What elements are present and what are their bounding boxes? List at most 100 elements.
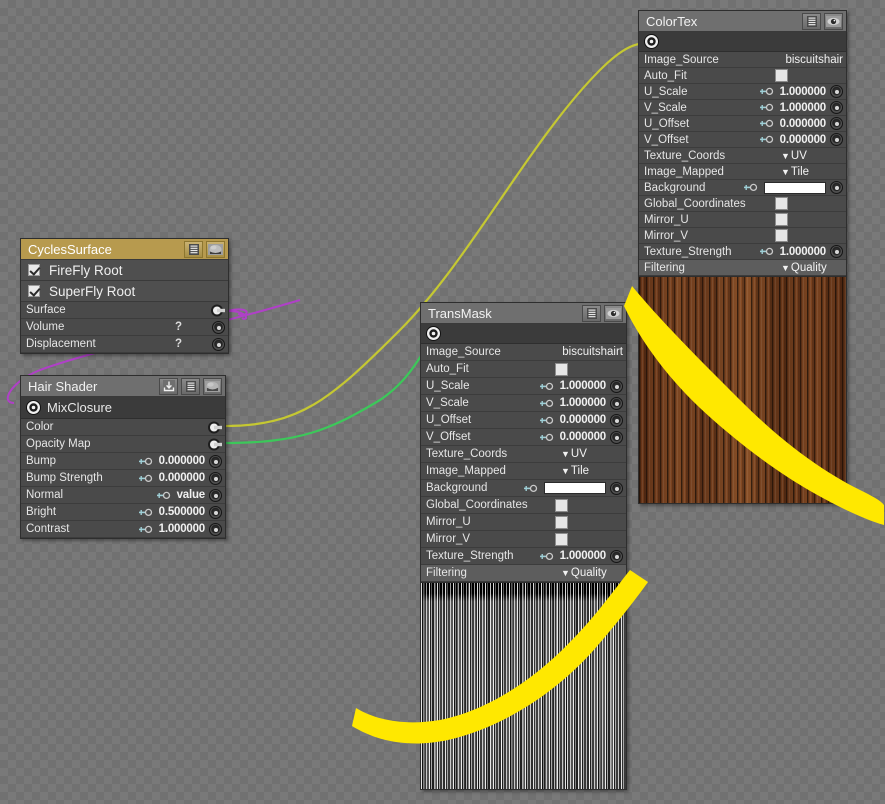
table-row[interactable]: V_Scale 1.000000 bbox=[639, 100, 846, 116]
keyframe-icon[interactable] bbox=[138, 474, 154, 483]
list-icon[interactable] bbox=[184, 240, 203, 258]
table-row[interactable]: V_Offset 0.000000 bbox=[639, 132, 846, 148]
keyframe-icon[interactable] bbox=[524, 484, 539, 493]
table-row[interactable]: V_Offset 0.000000 bbox=[421, 429, 626, 446]
node-output-band[interactable]: MixClosure bbox=[21, 397, 225, 419]
keyframe-icon[interactable] bbox=[744, 183, 759, 192]
value-knob[interactable] bbox=[610, 549, 623, 563]
value-knob[interactable] bbox=[212, 337, 225, 351]
value-knob[interactable] bbox=[209, 471, 222, 485]
table-row[interactable]: Image_Source biscuitshair bbox=[639, 52, 846, 68]
keyframe-icon[interactable] bbox=[156, 491, 172, 500]
checkbox-row-superfly-root[interactable]: SuperFly Root bbox=[21, 281, 228, 302]
row-value[interactable]: 1.000000 bbox=[560, 397, 607, 409]
table-row[interactable]: Bump 0.000000 bbox=[21, 453, 225, 470]
value-knob[interactable] bbox=[830, 117, 843, 130]
global-coordinates-checkbox[interactable] bbox=[555, 498, 568, 512]
texture-coords-dropdown[interactable]: ▼ UV bbox=[781, 150, 843, 162]
row-value[interactable]: 1.000000 bbox=[560, 380, 607, 392]
image-mapped-dropdown[interactable]: ▼ Tile bbox=[561, 465, 623, 477]
row-value[interactable]: 1.000000 bbox=[560, 550, 607, 562]
background-color-swatch[interactable] bbox=[764, 181, 826, 194]
eye-icon[interactable] bbox=[824, 12, 843, 30]
eye-icon[interactable] bbox=[604, 304, 623, 322]
output-socket-icon[interactable] bbox=[426, 326, 441, 341]
keyframe-icon[interactable] bbox=[759, 247, 775, 256]
keyframe-icon[interactable] bbox=[539, 382, 555, 391]
table-row[interactable]: Normal value bbox=[21, 487, 225, 504]
keyframe-icon[interactable] bbox=[759, 119, 775, 128]
row-value[interactable]: 0.000000 bbox=[159, 472, 206, 484]
firefly-root-checkbox[interactable] bbox=[28, 264, 40, 276]
output-socket-icon[interactable] bbox=[644, 34, 659, 49]
keyframe-icon[interactable] bbox=[138, 457, 154, 466]
node-output-band[interactable] bbox=[421, 324, 626, 344]
node-title-bar[interactable]: ColorTex bbox=[639, 11, 846, 32]
table-row[interactable]: Background bbox=[639, 180, 846, 196]
row-value[interactable]: 0.000000 bbox=[780, 118, 827, 130]
row-value[interactable]: 1.000000 bbox=[780, 246, 827, 258]
table-row[interactable]: Texture_Strength 1.000000 bbox=[421, 548, 626, 565]
table-row[interactable]: Image_Source biscuitshairt bbox=[421, 344, 626, 361]
value-knob[interactable] bbox=[610, 379, 623, 393]
keyframe-icon[interactable] bbox=[138, 525, 154, 534]
node-output-band[interactable] bbox=[639, 32, 846, 52]
table-row[interactable]: Texture_Coords ▼ UV bbox=[639, 148, 846, 164]
sphere-preview-icon[interactable] bbox=[203, 377, 222, 395]
keyframe-icon[interactable] bbox=[539, 399, 555, 408]
table-row[interactable]: Image_Mapped ▼ Tile bbox=[421, 463, 626, 480]
table-row[interactable]: Background bbox=[421, 480, 626, 497]
table-row[interactable]: U_Scale 1.000000 bbox=[639, 84, 846, 100]
table-row[interactable]: Displacement ? bbox=[21, 336, 228, 353]
value-knob[interactable] bbox=[830, 85, 843, 98]
table-row[interactable]: Contrast 1.000000 bbox=[21, 521, 225, 538]
table-row[interactable]: Volume ? bbox=[21, 319, 228, 336]
value-knob[interactable] bbox=[610, 413, 623, 427]
node-cycles-surface[interactable]: CyclesSurface FireFly Root SuperFly Root… bbox=[20, 238, 229, 354]
color-input-socket[interactable] bbox=[208, 421, 222, 434]
keyframe-icon[interactable] bbox=[759, 87, 775, 96]
list-icon[interactable] bbox=[802, 12, 821, 30]
output-socket-icon[interactable] bbox=[26, 400, 41, 415]
value-knob[interactable] bbox=[830, 101, 843, 114]
value-knob[interactable] bbox=[212, 320, 225, 334]
value-knob[interactable] bbox=[830, 181, 843, 194]
value-knob[interactable] bbox=[610, 481, 623, 495]
mirror-u-checkbox[interactable] bbox=[775, 213, 788, 226]
save-icon[interactable] bbox=[159, 377, 178, 395]
table-row[interactable]: Mirror_U bbox=[639, 212, 846, 228]
sphere-preview-icon[interactable] bbox=[206, 240, 225, 258]
node-title-bar[interactable]: Hair Shader bbox=[21, 376, 225, 397]
keyframe-icon[interactable] bbox=[539, 552, 555, 561]
node-title-bar[interactable]: CyclesSurface bbox=[21, 239, 228, 260]
checkbox-row-firefly-root[interactable]: FireFly Root bbox=[21, 260, 228, 281]
table-row[interactable]: Mirror_V bbox=[421, 531, 626, 548]
node-color-tex[interactable]: ColorTex Image_Source biscuitshair Auto_… bbox=[638, 10, 847, 504]
mirror-v-checkbox[interactable] bbox=[555, 532, 568, 546]
table-row[interactable]: Mirror_V bbox=[639, 228, 846, 244]
table-row[interactable]: U_Offset 0.000000 bbox=[639, 116, 846, 132]
value-knob[interactable] bbox=[830, 133, 843, 146]
row-value[interactable]: 0.000000 bbox=[560, 431, 607, 443]
node-hair-shader[interactable]: Hair Shader MixClosure Color Opacity Map… bbox=[20, 375, 226, 539]
value-knob[interactable] bbox=[610, 396, 623, 410]
value-knob[interactable] bbox=[830, 245, 843, 258]
global-coordinates-checkbox[interactable] bbox=[775, 197, 788, 210]
row-value[interactable]: 0.000000 bbox=[159, 455, 206, 467]
table-row[interactable]: Global_Coordinates bbox=[639, 196, 846, 212]
table-row[interactable]: Bump Strength 0.000000 bbox=[21, 470, 225, 487]
row-value[interactable]: ? bbox=[175, 338, 182, 350]
table-row[interactable]: Filtering ▼ Quality bbox=[639, 260, 846, 276]
background-color-swatch[interactable] bbox=[544, 482, 606, 494]
keyframe-icon[interactable] bbox=[759, 103, 775, 112]
keyframe-icon[interactable] bbox=[138, 508, 154, 517]
table-row[interactable]: Opacity Map bbox=[21, 436, 225, 453]
table-row[interactable]: U_Scale 1.000000 bbox=[421, 378, 626, 395]
filtering-dropdown[interactable]: ▼ Quality bbox=[561, 567, 623, 579]
row-value[interactable]: 0.000000 bbox=[560, 414, 607, 426]
auto-fit-checkbox[interactable] bbox=[775, 69, 788, 82]
row-value[interactable]: 0.500000 bbox=[159, 506, 206, 518]
node-title-bar[interactable]: TransMask bbox=[421, 303, 626, 324]
value-knob[interactable] bbox=[209, 505, 222, 519]
node-trans-mask[interactable]: TransMask Image_Source biscuitshairt Aut… bbox=[420, 302, 627, 790]
